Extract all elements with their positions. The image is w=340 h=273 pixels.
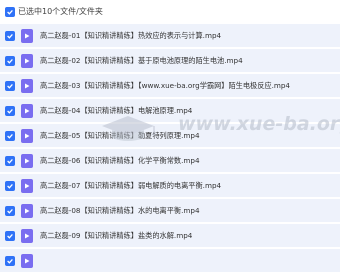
row-checkbox[interactable] bbox=[5, 81, 15, 91]
play-icon bbox=[25, 108, 30, 114]
video-file-icon bbox=[21, 229, 33, 243]
file-row[interactable]: 高二赵磊-07【知识精讲精练】弱电解质的电离平衡.mp4 bbox=[0, 174, 340, 198]
row-checkbox[interactable] bbox=[5, 181, 15, 191]
file-row[interactable]: 高二赵磊-05【知识精讲精练】勒夏特列原理.mp4 bbox=[0, 124, 340, 148]
file-name[interactable]: 高二赵磊-05【知识精讲精练】勒夏特列原理.mp4 bbox=[40, 130, 200, 142]
video-file-icon bbox=[21, 254, 33, 268]
video-file-icon bbox=[21, 54, 33, 68]
file-name[interactable]: 高二赵磊-04【知识精讲精练】电解池原理.mp4 bbox=[40, 105, 192, 117]
row-checkbox[interactable] bbox=[5, 131, 15, 141]
checkmark-icon bbox=[7, 183, 13, 189]
file-row[interactable]: 高二赵磊-04【知识精讲精练】电解池原理.mp4 bbox=[0, 99, 340, 123]
select-all-checkbox[interactable] bbox=[5, 7, 15, 17]
video-file-icon bbox=[21, 129, 33, 143]
file-row[interactable]: 高二赵磊-01【知识精讲精练】热效应的表示与计算.mp4 bbox=[0, 24, 340, 48]
file-name[interactable]: 高二赵磊-03【知识精讲精练】【www.xue-ba.org学霸网】陌生电极反应… bbox=[40, 80, 290, 92]
file-name[interactable]: 高二赵磊-06【知识精讲精练】化学平衡常数.mp4 bbox=[40, 155, 200, 167]
video-file-icon bbox=[21, 179, 33, 193]
checkmark-icon bbox=[7, 9, 13, 15]
row-checkbox[interactable] bbox=[5, 56, 15, 66]
checkmark-icon bbox=[7, 33, 13, 39]
video-file-icon bbox=[21, 154, 33, 168]
file-row[interactable]: 高二赵磊-02【知识精讲精练】基于原电池原理的陌生电池.mp4 bbox=[0, 49, 340, 73]
file-row[interactable]: 高二赵磊-06【知识精讲精练】化学平衡常数.mp4 bbox=[0, 149, 340, 173]
selection-header: 已选中10个文件/文件夹 bbox=[0, 0, 340, 24]
file-name[interactable]: 高二赵磊-09【知识精讲精练】盐类的水解.mp4 bbox=[40, 230, 192, 242]
play-icon bbox=[25, 233, 30, 239]
play-icon bbox=[25, 208, 30, 214]
file-name[interactable]: 高二赵磊-08【知识精讲精练】水的电离平衡.mp4 bbox=[40, 205, 200, 217]
video-file-icon bbox=[21, 79, 33, 93]
file-row[interactable]: 高二赵磊-09【知识精讲精练】盐类的水解.mp4 bbox=[0, 224, 340, 248]
video-file-icon bbox=[21, 204, 33, 218]
play-icon bbox=[25, 83, 30, 89]
file-name[interactable]: 高二赵磊-01【知识精讲精练】热效应的表示与计算.mp4 bbox=[40, 30, 221, 42]
file-name[interactable]: 高二赵磊-02【知识精讲精练】基于原电池原理的陌生电池.mp4 bbox=[40, 55, 243, 67]
play-icon bbox=[25, 158, 30, 164]
checkmark-icon bbox=[7, 83, 13, 89]
selection-count-text: 已选中10个文件/文件夹 bbox=[18, 7, 103, 16]
row-checkbox[interactable] bbox=[5, 156, 15, 166]
video-file-icon bbox=[21, 29, 33, 43]
play-icon bbox=[25, 133, 30, 139]
checkmark-icon bbox=[7, 58, 13, 64]
checkmark-icon bbox=[7, 233, 13, 239]
file-row[interactable]: 高二赵磊-08【知识精讲精练】水的电离平衡.mp4 bbox=[0, 199, 340, 223]
row-checkbox[interactable] bbox=[5, 106, 15, 116]
play-icon bbox=[25, 33, 30, 39]
video-file-icon bbox=[21, 104, 33, 118]
checkmark-icon bbox=[7, 158, 13, 164]
play-icon bbox=[25, 58, 30, 64]
play-icon bbox=[25, 258, 30, 264]
checkmark-icon bbox=[7, 208, 13, 214]
row-checkbox[interactable] bbox=[5, 31, 15, 41]
file-row[interactable] bbox=[0, 249, 340, 273]
row-checkbox[interactable] bbox=[5, 256, 15, 266]
checkmark-icon bbox=[7, 108, 13, 114]
file-name[interactable]: 高二赵磊-07【知识精讲精练】弱电解质的电离平衡.mp4 bbox=[40, 180, 221, 192]
play-icon bbox=[25, 183, 30, 189]
file-row[interactable]: 高二赵磊-03【知识精讲精练】【www.xue-ba.org学霸网】陌生电极反应… bbox=[0, 74, 340, 98]
row-checkbox[interactable] bbox=[5, 206, 15, 216]
checkmark-icon bbox=[7, 258, 13, 264]
row-checkbox[interactable] bbox=[5, 231, 15, 241]
checkmark-icon bbox=[7, 133, 13, 139]
